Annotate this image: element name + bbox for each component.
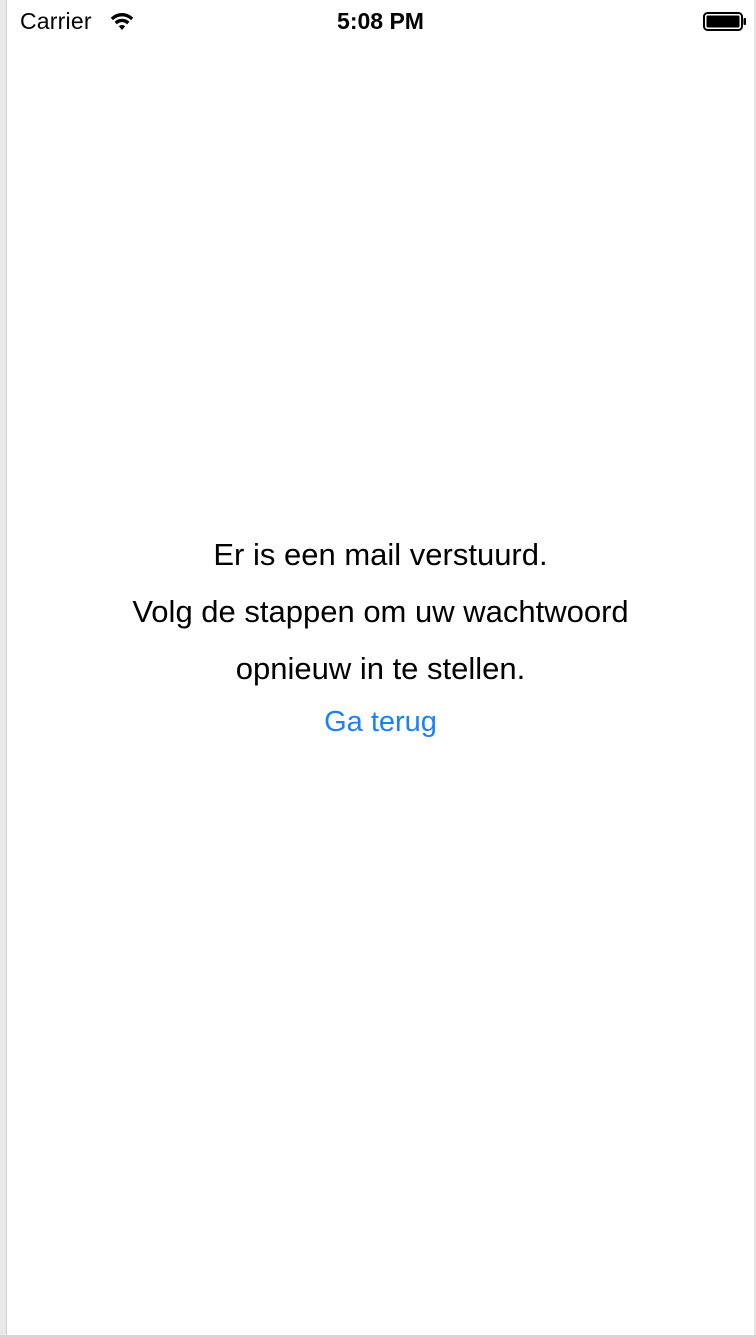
battery-icon — [703, 12, 747, 31]
window-edge-left — [0, 0, 7, 1338]
confirmation-message: Er is een mail verstuurd. Volg de stappe… — [7, 526, 754, 697]
go-back-button[interactable]: Ga terug — [7, 700, 754, 744]
status-bar: Carrier 5:08 PM — [7, 0, 754, 44]
message-line-2: Volg de stappen om uw wachtwoord — [132, 594, 629, 629]
clock-time: 5:08 PM — [337, 8, 424, 34]
message-line-1: Er is een mail verstuurd. — [213, 537, 548, 572]
message-line-3: opnieuw in te stellen. — [235, 651, 526, 686]
